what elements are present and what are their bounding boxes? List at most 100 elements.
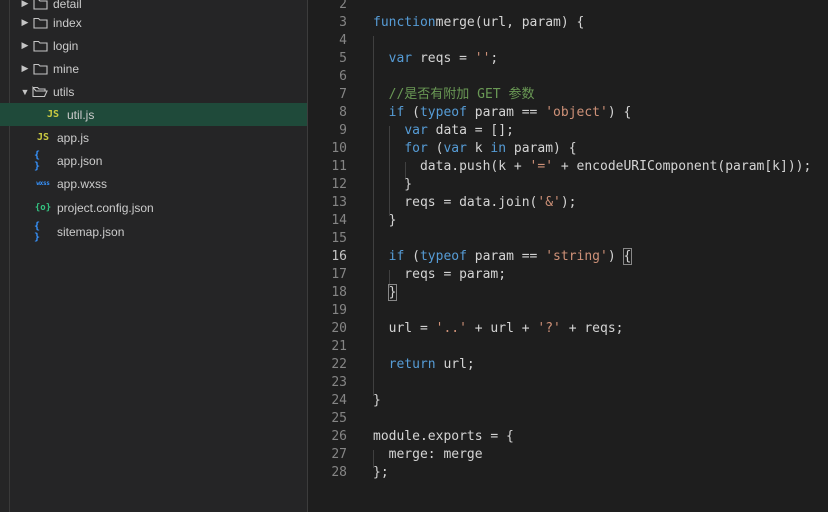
- code-line[interactable]: 23: [308, 374, 828, 392]
- code-line[interactable]: 26 module.exports = {: [308, 428, 828, 446]
- code-line[interactable]: 28};: [308, 464, 828, 482]
- line-number: 20: [331, 321, 347, 336]
- code-line[interactable]: 18 }: [308, 284, 828, 302]
- code-token: + url +: [466, 321, 538, 336]
- keyword-token: typeof: [419, 249, 467, 264]
- line-number: 27: [331, 447, 347, 462]
- code-token: url =: [373, 321, 436, 336]
- folder-item[interactable]: ▼ utils: [0, 80, 307, 103]
- chevron-right-icon[interactable]: ▶: [18, 0, 32, 11]
- file-explorer: ▶ detail ▶ index ▶ login ▶ mine ▼ utils JS util.js J…: [0, 0, 308, 512]
- code-token: url;: [435, 357, 475, 372]
- code-line[interactable]: 20 url = '..' + url + '?' + reqs;: [308, 320, 828, 338]
- file-name-label: login: [53, 38, 79, 53]
- code-line[interactable]: 6: [308, 68, 828, 86]
- keyword-token: in: [490, 141, 507, 156]
- code-text: if (typeof param == 'object') {: [373, 104, 632, 122]
- file-item[interactable]: JS util.js: [0, 103, 307, 126]
- file-name-label: detail: [53, 0, 82, 11]
- code-token: ) {: [607, 105, 632, 120]
- file-item[interactable]: { } app.json: [0, 149, 307, 172]
- folder-item[interactable]: ▶ index: [0, 11, 307, 34]
- line-number: 8: [339, 105, 347, 120]
- string-token: 'object': [545, 105, 608, 120]
- code-line[interactable]: 13 reqs = data.join('&');: [308, 194, 828, 212]
- chevron-down-icon[interactable]: ▼: [18, 85, 32, 99]
- code-line[interactable]: 19: [308, 302, 828, 320]
- line-number: 10: [331, 141, 347, 156]
- file-name-label: index: [53, 15, 82, 30]
- code-token: module.exports = {: [373, 429, 514, 444]
- chevron-right-icon[interactable]: ▶: [18, 62, 32, 76]
- code-line[interactable]: 8 if (typeof param == 'object') {: [308, 104, 828, 122]
- code-token: ;: [490, 51, 499, 66]
- folder-item[interactable]: ▶ mine: [0, 57, 307, 80]
- folder-icon: [32, 16, 48, 30]
- file-item[interactable]: {o} project.config.json: [0, 196, 307, 219]
- code-text: module.exports = {: [373, 428, 514, 446]
- line-number: 4: [339, 33, 347, 48]
- code-text: reqs = data.join('&');: [373, 194, 576, 212]
- matched-bracket: {: [622, 248, 633, 265]
- code-text: data.push(k + '=' + encodeURIComponent(p…: [373, 158, 811, 176]
- code-text: }: [373, 392, 381, 410]
- line-number: 17: [331, 267, 347, 282]
- code-token: }: [373, 177, 413, 192]
- code-line[interactable]: 7 //是否有附加 GET 参数: [308, 86, 828, 104]
- line-number: 26: [331, 429, 347, 444]
- code-text: var reqs = '';: [373, 50, 499, 68]
- file-item[interactable]: { } sitemap.json: [0, 220, 307, 243]
- code-line[interactable]: 11 data.push(k + '=' + encodeURIComponen…: [308, 158, 828, 176]
- code-token: ): [607, 249, 624, 264]
- code-text: merge: merge: [373, 446, 483, 464]
- string-token: 'string': [545, 249, 608, 264]
- file-name-label: app.wxss: [57, 176, 108, 191]
- keyword-token: if: [388, 249, 405, 264]
- code-line[interactable]: 4: [308, 32, 828, 50]
- code-text: }: [373, 212, 397, 230]
- code-token: reqs = data.join(: [373, 195, 538, 210]
- line-number: 22: [331, 357, 347, 372]
- line-number: 25: [331, 411, 347, 426]
- string-token: '=': [529, 159, 554, 174]
- code-line[interactable]: 14 }: [308, 212, 828, 230]
- code-editor[interactable]: 2 3 functionmerge(url, param) {4 5 var reqs…: [308, 0, 828, 512]
- code-line[interactable]: 27 merge: merge: [308, 446, 828, 464]
- code-line[interactable]: 25: [308, 410, 828, 428]
- keyword-token: if: [388, 105, 405, 120]
- file-name-label: sitemap.json: [57, 224, 125, 239]
- code-line[interactable]: 22 return url;: [308, 356, 828, 374]
- chevron-right-icon[interactable]: ▶: [18, 16, 32, 30]
- chevron-right-icon[interactable]: ▶: [18, 39, 32, 53]
- code-line[interactable]: 5 var reqs = '';: [308, 50, 828, 68]
- folder-open-icon: [32, 85, 48, 99]
- folder-item[interactable]: ▶ login: [0, 34, 307, 57]
- code-token: }: [373, 393, 381, 408]
- string-token: '': [474, 51, 491, 66]
- file-item[interactable]: wxss app.wxss: [0, 172, 307, 195]
- code-token: + encodeURIComponent(param[k]));: [553, 159, 812, 174]
- code-token: k: [466, 141, 491, 156]
- line-number: 2: [339, 0, 347, 12]
- code-text: return url;: [373, 356, 475, 374]
- code-line[interactable]: 21: [308, 338, 828, 356]
- code-line[interactable]: 24}: [308, 392, 828, 410]
- code-line[interactable]: 3 functionmerge(url, param) {: [308, 14, 828, 32]
- json-file-icon: { }: [34, 220, 41, 243]
- code-line[interactable]: 10 for (var k in param) {: [308, 140, 828, 158]
- code-line[interactable]: 2: [308, 0, 828, 14]
- code-line[interactable]: 17 reqs = param;: [308, 266, 828, 284]
- file-name-label: app.json: [57, 153, 103, 168]
- folder-icon: [32, 62, 48, 76]
- code-line[interactable]: 15: [308, 230, 828, 248]
- code-line[interactable]: 9 var data = [];: [308, 122, 828, 140]
- file-item[interactable]: JS app.js: [0, 126, 307, 149]
- line-number: 24: [331, 393, 347, 408]
- line-number: 11: [331, 159, 347, 174]
- code-line[interactable]: 12 }: [308, 176, 828, 194]
- code-line[interactable]: 16 if (typeof param == 'string') {: [308, 248, 828, 266]
